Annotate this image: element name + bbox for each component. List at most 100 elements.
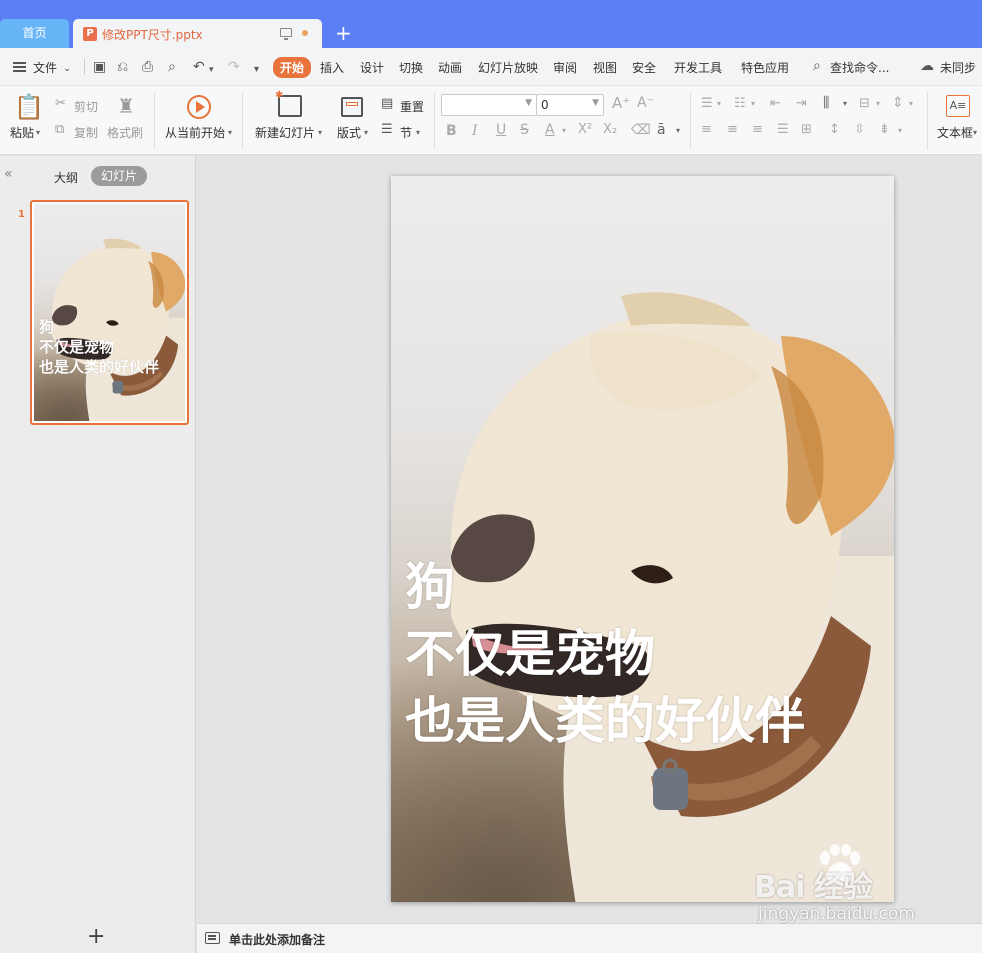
copy-button[interactable]: 复制	[74, 124, 98, 141]
menu-review[interactable]: 审阅	[553, 59, 577, 76]
layout-button[interactable]: 版式	[337, 124, 361, 141]
strikethrough-icon[interactable]: S	[520, 123, 529, 137]
new-slide-button[interactable]: 新建幻灯片	[255, 124, 315, 141]
numbered-list-icon[interactable]: ☷	[734, 97, 746, 110]
align-text-icon[interactable]: ⊟	[859, 97, 870, 110]
cut-button[interactable]: 剪切	[74, 98, 98, 115]
copy-icon[interactable]: ⧉	[55, 123, 64, 136]
cloud-sync-icon[interactable]: ☁	[920, 59, 934, 73]
cut-icon[interactable]: ✂	[55, 97, 66, 110]
font-color-icon[interactable]: A	[545, 123, 555, 137]
paragraph-icon[interactable]: ⇟	[879, 123, 890, 136]
align-text-dropdown-icon[interactable]: ▾	[876, 100, 880, 108]
sync-status[interactable]: 未同步	[940, 59, 976, 76]
undo-icon[interactable]: ↶	[193, 60, 205, 74]
bold-icon[interactable]: B	[446, 124, 457, 138]
menu-design[interactable]: 设计	[360, 59, 384, 76]
increase-font-icon[interactable]: A⁺	[612, 96, 630, 111]
bullet-list-icon[interactable]: ☰	[701, 97, 713, 110]
menu-transition[interactable]: 切换	[399, 59, 423, 76]
italic-icon[interactable]: I	[472, 124, 478, 138]
tab-outline[interactable]: 大纲	[54, 169, 78, 186]
notes-placeholder[interactable]: 单击此处添加备注	[229, 931, 325, 948]
redo-icon[interactable]: ↷	[228, 60, 240, 74]
reset-icon[interactable]: ▤	[381, 97, 393, 110]
align-left-icon[interactable]: ≡	[701, 123, 712, 136]
new-tab-button[interactable]: +	[335, 20, 352, 46]
undo-dropdown-icon[interactable]: ▾	[209, 63, 214, 77]
align-right-icon[interactable]: ≡	[752, 123, 763, 136]
decrease-indent-icon[interactable]: ⇤	[770, 97, 781, 110]
justify-icon[interactable]: ☰	[777, 123, 789, 136]
save-icon[interactable]: ▣	[93, 60, 106, 74]
decrease-font-icon[interactable]: A⁻	[637, 96, 654, 110]
current-slide[interactable]: 狗 不仅是宠物 也是人类的好伙伴	[391, 176, 894, 902]
underline-icon[interactable]: U	[496, 123, 506, 137]
section-button[interactable]: 节	[400, 124, 412, 141]
paragraph-dropdown-icon[interactable]: ▾	[898, 127, 902, 135]
menu-special[interactable]: 特色应用	[741, 59, 789, 76]
chevron-down-icon[interactable]: ⌄	[63, 62, 71, 76]
clear-format-icon[interactable]: ⌫	[631, 123, 651, 137]
font-color-dropdown-icon[interactable]: ▾	[562, 127, 566, 135]
text-direction-dropdown-icon[interactable]: ▾	[843, 100, 847, 108]
slide-thumbnail[interactable]: 狗 不仅是宠物 也是人类的好伙伴	[30, 200, 189, 425]
dog-photo[interactable]	[391, 176, 894, 902]
format-painter-button[interactable]: 格式刷	[107, 124, 143, 141]
line-spacing-list-icon[interactable]: ⇳	[854, 123, 865, 136]
paste-dropdown-icon[interactable]: ▾	[36, 128, 40, 137]
section-dropdown-icon[interactable]: ▾	[416, 128, 420, 137]
menu-home[interactable]: 开始	[273, 57, 312, 78]
text-direction-icon[interactable]: ⫼	[823, 96, 829, 110]
line-spacing-dropdown-icon[interactable]: ▾	[909, 100, 913, 108]
print-icon[interactable]: ⎙	[142, 60, 153, 74]
menu-file[interactable]: 文件	[33, 59, 57, 76]
tab-slides[interactable]: 幻灯片	[91, 166, 148, 186]
reset-button[interactable]: 重置	[400, 98, 424, 115]
menu-insert[interactable]: 插入	[320, 59, 344, 76]
text-effect-dropdown-icon[interactable]: ▾	[676, 127, 680, 135]
menu-developer[interactable]: 开发工具	[674, 59, 722, 76]
line-spacing-icon[interactable]: ⇕	[892, 96, 904, 110]
numbered-dropdown-icon[interactable]: ▾	[751, 100, 755, 108]
customize-toolbar-icon[interactable]: ▾	[254, 63, 259, 77]
search-command[interactable]: 查找命令...	[830, 59, 889, 76]
bullet-dropdown-icon[interactable]: ▾	[717, 100, 721, 108]
text-box-dropdown-icon[interactable]: ▾	[973, 128, 977, 137]
collapse-panel-icon[interactable]: «	[4, 166, 13, 182]
play-dropdown-icon[interactable]: ▾	[228, 128, 232, 137]
increase-indent-icon[interactable]: ⇥	[796, 97, 807, 110]
align-center-icon[interactable]: ≡	[727, 123, 738, 136]
paragraph-spacing-icon[interactable]: ↕	[829, 123, 840, 136]
search-icon[interactable]: ⌕	[813, 59, 821, 73]
font-size-select[interactable]: 0 ▼	[536, 94, 604, 116]
menu-security[interactable]: 安全	[632, 59, 656, 76]
format-brush-icon[interactable]: ♜	[117, 96, 135, 116]
slide-title-textbox[interactable]: 狗 不仅是宠物 也是人类的好伙伴	[405, 554, 805, 755]
text-effect-icon[interactable]: ā	[657, 123, 666, 137]
menu-view[interactable]: 视图	[593, 59, 617, 76]
layout-dropdown-icon[interactable]: ▾	[364, 128, 368, 137]
format-painter-icon[interactable]: ⎌	[117, 60, 128, 74]
new-slide-icon[interactable]: ✱	[275, 91, 302, 117]
text-box-icon[interactable]: A≡	[946, 95, 970, 117]
menu-animation[interactable]: 动画	[438, 59, 462, 76]
monitor-icon[interactable]	[280, 28, 292, 40]
layout-icon[interactable]	[341, 97, 363, 117]
hamburger-menu-icon[interactable]	[13, 62, 26, 72]
superscript-icon[interactable]: X²	[578, 123, 592, 136]
distribute-icon[interactable]: ⊞	[801, 123, 812, 136]
text-box-button[interactable]: 文本框	[937, 124, 973, 141]
font-family-select[interactable]: ▼	[441, 94, 537, 116]
paste-button[interactable]: 粘贴	[10, 124, 34, 141]
print-preview-icon[interactable]: ⌕	[168, 60, 176, 74]
add-slide-button[interactable]: +	[87, 924, 105, 949]
menu-slideshow[interactable]: 幻灯片放映	[478, 59, 538, 76]
tab-document[interactable]: P 修改PPT尺寸.pptx	[73, 19, 322, 48]
play-icon[interactable]	[187, 95, 211, 119]
subscript-icon[interactable]: X₂	[603, 123, 617, 136]
notes-bar[interactable]: 单击此处添加备注	[197, 923, 982, 953]
tab-home[interactable]: 首页	[0, 19, 69, 48]
paste-icon[interactable]: 📋	[14, 95, 44, 119]
section-icon[interactable]: ☰	[381, 123, 393, 136]
